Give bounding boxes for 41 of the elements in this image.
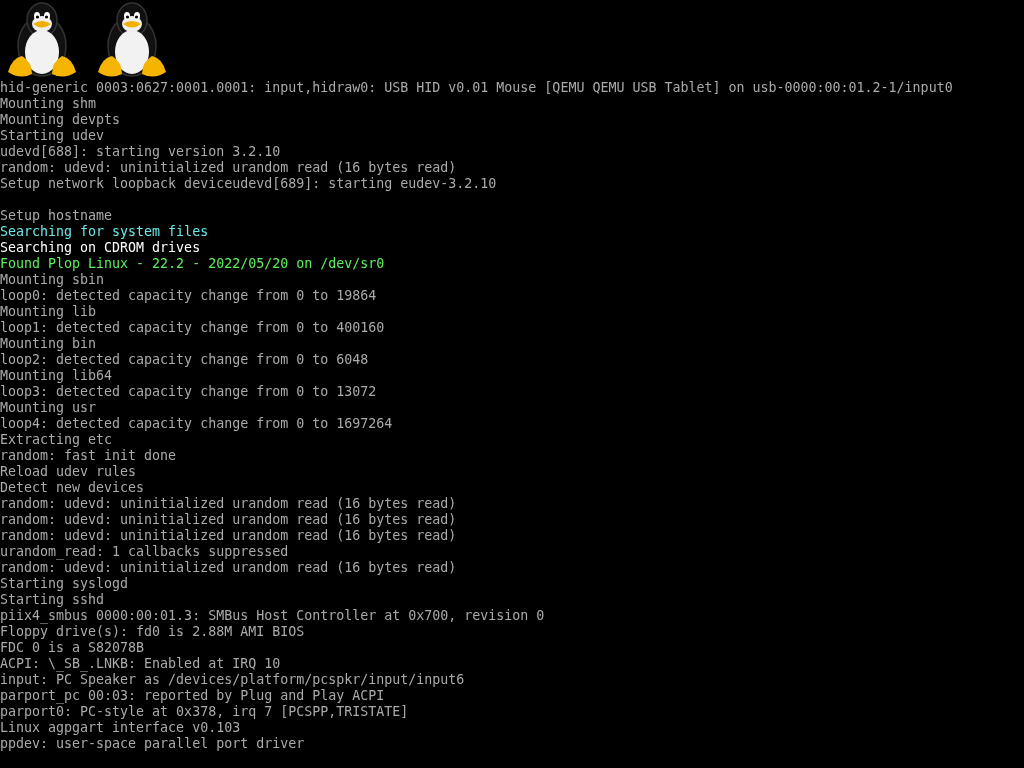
console-line: loop4: detected capacity change from 0 to 1697264	[0, 416, 393, 432]
console-line: random: fast init done	[0, 448, 177, 464]
console-line: Starting udev	[0, 128, 105, 144]
console-line: Mounting sbin	[0, 272, 105, 288]
console-line: input: PC Speaker as /devices/platform/pcspkr/input/input6	[0, 672, 465, 688]
console-line: Mounting shm	[0, 96, 97, 112]
console-line: ACPI: \_SB_.LNKB: Enabled at IRQ 10	[0, 656, 281, 672]
console-line: random: udevd: uninitialized urandom read (16 bytes read)	[0, 160, 457, 176]
console-line: Searching on CDROM drives	[0, 240, 201, 256]
console-line: Linux agpgart interface v0.103	[0, 720, 241, 736]
console-line: Starting sshd	[0, 592, 105, 608]
console-line: Mounting usr	[0, 400, 97, 416]
console-line: FDC 0 is a S82078B	[0, 640, 145, 656]
console-line: loop0: detected capacity change from 0 to 19864	[0, 288, 377, 304]
console-line: Searching for system files	[0, 224, 209, 240]
console-line: ppdev: user-space parallel port driver	[0, 736, 305, 752]
console-line: random: udevd: uninitialized urandom read (16 bytes read)	[0, 496, 457, 512]
console-line: loop3: detected capacity change from 0 to 13072	[0, 384, 377, 400]
console-line: piix4_smbus 0000:00:01.3: SMBus Host Controller at 0x700, revision 0	[0, 608, 545, 624]
console-line: loop2: detected capacity change from 0 to 6048	[0, 352, 369, 368]
console-line: Detect new devices	[0, 480, 145, 496]
console-line: Mounting bin	[0, 336, 97, 352]
console-line: Found Plop Linux - 22.2 - 2022/05/20 on /dev/sr0	[0, 256, 385, 272]
console-line: random: udevd: uninitialized urandom read (16 bytes read)	[0, 560, 457, 576]
console-line: Floppy drive(s): fd0 is 2.88M AMI BIOS	[0, 624, 305, 640]
console-line: Reload udev rules	[0, 464, 137, 480]
console-line: loop1: detected capacity change from 0 to 400160	[0, 320, 385, 336]
console-line: hid-generic 0003:0627:0001.0001: input,hidraw0: USB HID v0.01 Mouse [QEMU QEMU USB Tablet] on usb-0000:00:01.2-1/input0	[0, 80, 953, 96]
console-line: Mounting lib	[0, 304, 97, 320]
console-line: udevd[688]: starting version 3.2.10	[0, 144, 281, 160]
console-line: random: udevd: uninitialized urandom read (16 bytes read)	[0, 512, 457, 528]
console-line: Starting syslogd	[0, 576, 129, 592]
console-line: Extracting etc	[0, 432, 113, 448]
console-line: parport_pc 00:03: reported by Plug and Play ACPI	[0, 688, 385, 704]
console-line: parport0: PC-style at 0x378, irq 7 [PCSPP,TRISTATE]	[0, 704, 409, 720]
console-line: urandom_read: 1 callbacks suppressed	[0, 544, 289, 560]
console-line: Setup hostname	[0, 208, 113, 224]
console-line: Setup network loopback deviceudevd[689]: starting eudev-3.2.10	[0, 176, 497, 192]
console-line: Mounting lib64	[0, 368, 113, 384]
console-line: random: udevd: uninitialized urandom read (16 bytes read)	[0, 528, 457, 544]
console-line: Mounting devpts	[0, 112, 121, 128]
